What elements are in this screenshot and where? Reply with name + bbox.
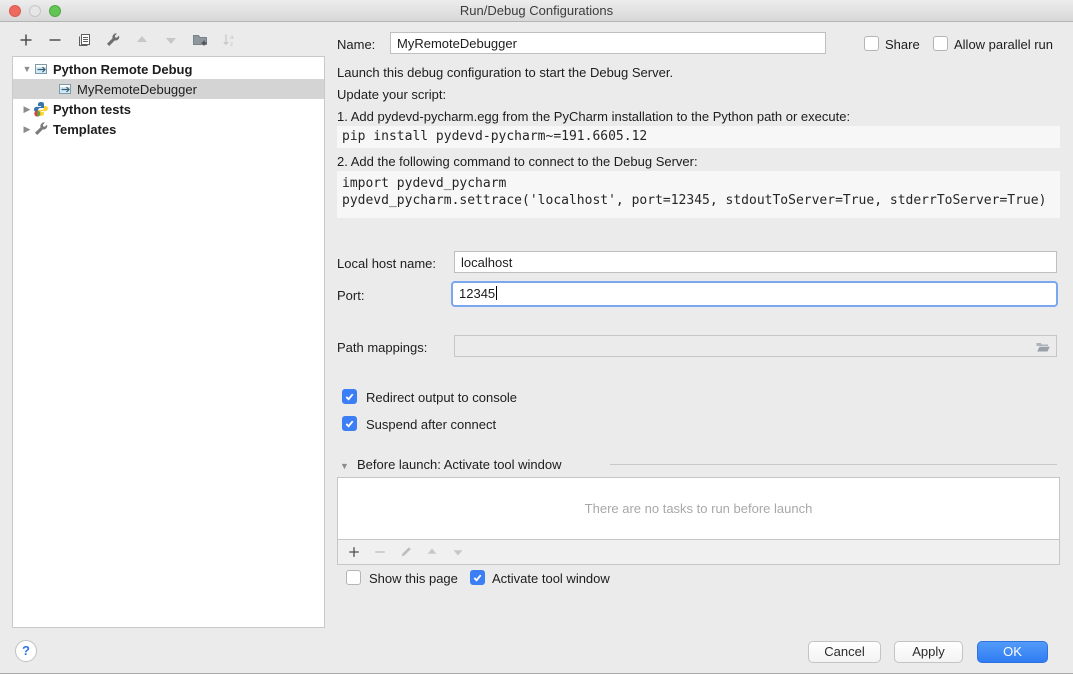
move-up-icon <box>424 544 440 560</box>
before-launch-title: Before launch: Activate tool window <box>357 457 562 472</box>
instruction-intro: Launch this debug configuration to start… <box>337 65 673 80</box>
instruction-update: Update your script: <box>337 87 446 102</box>
chevron-right-icon[interactable]: ▶ <box>21 104 33 115</box>
move-down-icon <box>450 544 466 560</box>
path-mappings-input[interactable] <box>454 335 1057 357</box>
window-title: Run/Debug Configurations <box>0 0 1073 21</box>
allow-parallel-run-label: Allow parallel run <box>954 37 1053 52</box>
tree-item-label: Python Remote Debug <box>53 62 192 77</box>
minimize-window-button <box>29 5 41 17</box>
svg-text:a: a <box>230 34 234 41</box>
text-caret <box>496 286 497 300</box>
settrace-code-line1: import pydevd_pycharm <box>342 175 1060 192</box>
wrench-icon <box>33 121 49 137</box>
chevron-down-icon[interactable]: ▼ <box>21 64 33 74</box>
cancel-button[interactable]: Cancel <box>808 641 881 663</box>
before-launch-collapse-icon[interactable]: ▼ <box>340 461 349 471</box>
redirect-output-checkbox[interactable] <box>342 389 357 404</box>
local-host-name-label: Local host name: <box>337 256 436 271</box>
move-up-icon <box>134 32 150 48</box>
name-input[interactable] <box>390 32 826 54</box>
show-this-page-label: Show this page <box>369 571 458 586</box>
port-label: Port: <box>337 288 364 303</box>
sort-alphabetically-icon: az <box>221 32 237 48</box>
tree-item-myremotedebugger[interactable]: MyRemoteDebugger <box>13 79 324 99</box>
before-launch-task-list[interactable]: There are no tasks to run before launch <box>337 477 1060 540</box>
before-launch-empty-text: There are no tasks to run before launch <box>585 501 813 516</box>
tree-item-label: MyRemoteDebugger <box>77 82 197 97</box>
browse-folder-icon[interactable] <box>1035 339 1051 355</box>
name-label: Name: <box>337 37 375 52</box>
configurations-tree: ▼ Python Remote Debug MyRemoteDebugger ▶… <box>12 56 325 628</box>
copy-icon[interactable] <box>76 32 92 48</box>
configurations-toolbar: az <box>18 30 237 50</box>
run-config-icon <box>57 81 73 97</box>
remove-icon <box>372 544 388 560</box>
run-debug-configurations-dialog: Run/Debug Configurations az ▼ Python Rem… <box>0 0 1073 674</box>
tree-item-label: Templates <box>53 122 116 137</box>
traffic-lights <box>9 5 61 17</box>
activate-tool-window-label: Activate tool window <box>492 571 610 586</box>
show-this-page-checkbox[interactable] <box>346 570 361 585</box>
chevron-right-icon[interactable]: ▶ <box>21 124 33 135</box>
edit-defaults-wrench-icon[interactable] <box>105 32 121 48</box>
instruction-step1: 1. Add pydevd-pycharm.egg from the PyCha… <box>337 109 850 124</box>
tree-item-label: Python tests <box>53 102 131 117</box>
settrace-code-line2: pydevd_pycharm.settrace('localhost', por… <box>342 192 1060 209</box>
python-tests-icon <box>33 101 49 117</box>
ok-button[interactable]: OK <box>977 641 1048 663</box>
new-folder-icon[interactable] <box>192 32 208 48</box>
help-button[interactable]: ? <box>15 640 37 662</box>
local-host-name-input[interactable] <box>454 251 1057 273</box>
before-launch-separator <box>610 464 1057 465</box>
tree-item-python-tests[interactable]: ▶ Python tests <box>13 99 324 119</box>
before-launch-toolbar <box>337 540 1060 565</box>
svg-text:z: z <box>230 41 233 48</box>
activate-tool-window-checkbox[interactable] <box>470 570 485 585</box>
remove-icon[interactable] <box>47 32 63 48</box>
settrace-code: import pydevd_pycharm pydevd_pycharm.set… <box>337 171 1060 218</box>
tree-item-templates[interactable]: ▶ Templates <box>13 119 324 139</box>
port-value: 12345 <box>459 286 495 301</box>
port-input[interactable]: 12345 <box>451 281 1058 307</box>
close-window-button[interactable] <box>9 5 21 17</box>
add-icon[interactable] <box>18 32 34 48</box>
tree-item-python-remote-debug[interactable]: ▼ Python Remote Debug <box>13 59 324 79</box>
suspend-after-connect-checkbox[interactable] <box>342 416 357 431</box>
share-label: Share <box>885 37 920 52</box>
title-bar: Run/Debug Configurations <box>0 0 1073 22</box>
path-mappings-label: Path mappings: <box>337 340 427 355</box>
edit-pencil-icon <box>398 544 414 560</box>
instruction-step2: 2. Add the following command to connect … <box>337 154 698 169</box>
redirect-output-label: Redirect output to console <box>366 390 517 405</box>
move-down-icon <box>163 32 179 48</box>
allow-parallel-run-checkbox[interactable] <box>933 36 948 51</box>
pip-install-code: pip install pydevd-pycharm~=191.6605.12 <box>337 126 1060 148</box>
add-icon[interactable] <box>346 544 362 560</box>
apply-button[interactable]: Apply <box>894 641 963 663</box>
share-checkbox[interactable] <box>864 36 879 51</box>
run-config-icon <box>33 61 49 77</box>
zoom-window-button[interactable] <box>49 5 61 17</box>
suspend-after-connect-label: Suspend after connect <box>366 417 496 432</box>
